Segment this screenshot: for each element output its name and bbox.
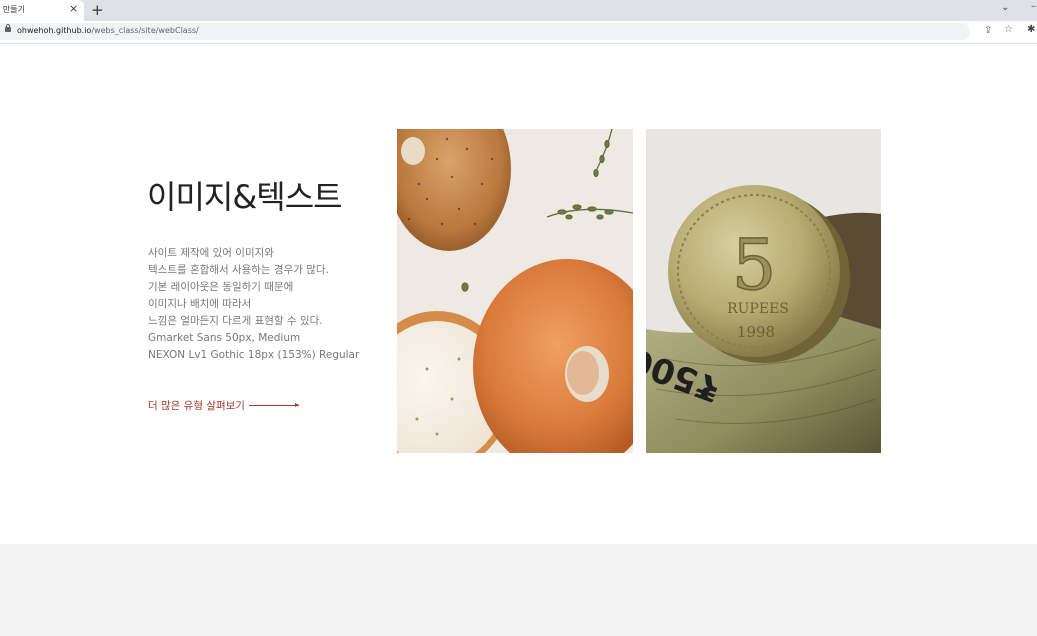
address-bar: ohwehoh.github.io/webs_class/site/webCla… [0, 21, 1037, 44]
chevron-down-icon[interactable]: ⌄ [1001, 2, 1009, 13]
coin-denomination: 5 [732, 224, 777, 306]
extensions-icon[interactable]: ✱ [1027, 24, 1035, 35]
coin-illustration: ₹500 5 RUPEES 1998 [646, 129, 881, 453]
plus-icon[interactable]: + [91, 0, 104, 20]
url-text[interactable]: ohwehoh.github.io/webs_class/site/webCla… [17, 26, 199, 35]
url-host: ohwehoh.github.io [17, 26, 92, 35]
coin-image: ₹500 5 RUPEES 1998 [646, 129, 881, 453]
description-line: NEXON Lv1 Gothic 18px (153%) Regular [148, 349, 360, 361]
lock-icon[interactable] [5, 24, 11, 32]
description-line: 기본 레이아웃은 동일하기 때문에 [148, 281, 294, 293]
minimize-icon[interactable]: – [1031, 1, 1036, 12]
bagel-image [397, 129, 633, 453]
description-line: 사이트 제작에 있어 이미지와 [148, 247, 274, 259]
share-icon[interactable]: ⇪ [984, 25, 992, 36]
close-icon[interactable]: × [69, 2, 78, 15]
star-icon[interactable]: ☆ [1004, 24, 1013, 35]
url-field[interactable]: ohwehoh.github.io/webs_class/site/webCla… [0, 23, 970, 40]
description-line: Gmarket Sans 50px, Medium [148, 332, 301, 344]
section-description: 사이트 제작에 있어 이미지와 텍스트를 혼합해서 사용하는 경우가 많다. 기… [148, 245, 388, 364]
url-path: /webs_class/site/webClass/ [91, 26, 199, 35]
more-types-link[interactable]: 더 많은 유형 살펴보기 [148, 398, 299, 413]
next-section-band [0, 544, 1037, 636]
description-line: 텍스트를 혼합해서 사용하는 경우가 많다. [148, 264, 329, 276]
active-tab[interactable]: I 만들기 × [0, 0, 84, 21]
tab-strip: I 만들기 × + ⌄ – [0, 0, 1037, 21]
more-types-label: 더 많은 유형 살펴보기 [148, 400, 245, 412]
description-line: 이미지나 배치에 따라서 [148, 298, 252, 310]
coin-label: RUPEES [727, 301, 789, 317]
arrow-right-icon [248, 403, 299, 407]
section-title: 이미지&텍스트 [147, 178, 343, 216]
bagel-illustration [397, 129, 633, 453]
tab-title: I 만들기 [0, 5, 25, 14]
description-line: 느낌은 얼마든지 다르게 표현할 수 있다. [148, 315, 323, 327]
coin-year: 1998 [737, 323, 775, 341]
